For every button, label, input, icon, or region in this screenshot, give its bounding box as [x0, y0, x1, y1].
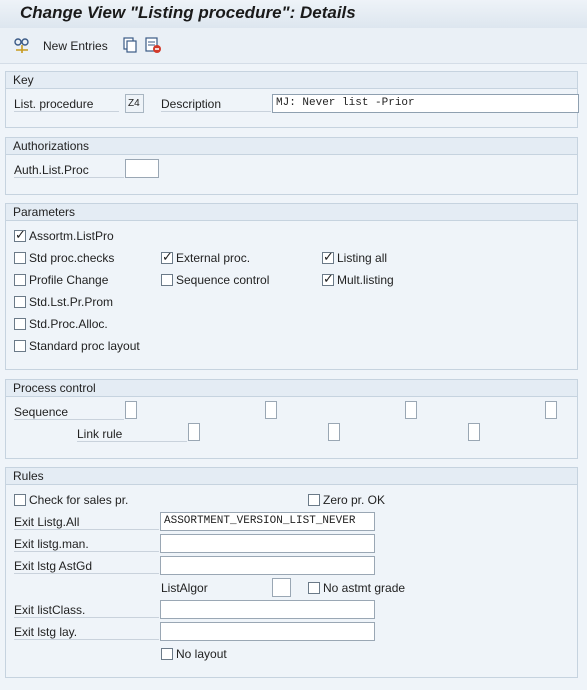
- exit-listg-all-label: Exit Listg.All: [14, 515, 159, 530]
- sequence-label: Sequence: [14, 405, 124, 420]
- exit-lstg-astgd-field[interactable]: [160, 556, 375, 575]
- listalgor-field[interactable]: [272, 578, 291, 597]
- std-proc-alloc-checkbox[interactable]: [14, 318, 26, 330]
- sequence-control-label: Sequence control: [176, 273, 270, 287]
- list-procedure-label: List. procedure: [14, 97, 119, 112]
- listing-all-checkbox[interactable]: ✓: [322, 249, 334, 264]
- exit-listclass-label: Exit listClass.: [14, 603, 159, 618]
- checkmark-icon: ✓: [323, 249, 334, 264]
- exit-lstg-lay-field[interactable]: [160, 622, 375, 641]
- description-label: Description: [161, 97, 271, 112]
- no-astmt-grade-label: No astmt grade: [323, 581, 406, 595]
- zero-pr-ok-label: Zero pr. OK: [323, 493, 386, 507]
- exit-lstg-lay-label: Exit lstg lay.: [14, 625, 159, 640]
- process-control-header: Process control: [6, 380, 577, 397]
- profile-change-label: Profile Change: [29, 273, 109, 287]
- exit-listg-man-field[interactable]: [160, 534, 375, 553]
- check-sales-pr-label: Check for sales pr.: [29, 493, 129, 507]
- link-rule-field-2[interactable]: [328, 423, 340, 441]
- sequence-field-3[interactable]: [405, 401, 417, 419]
- auth-list-proc-field[interactable]: [125, 159, 159, 178]
- delete-icon[interactable]: [144, 36, 162, 54]
- no-astmt-grade-checkbox[interactable]: [308, 582, 320, 594]
- sequence-field-2[interactable]: [265, 401, 277, 419]
- std-proc-alloc-label: Std.Proc.Alloc.: [29, 317, 108, 331]
- mult-listing-label: Mult.listing: [337, 273, 394, 287]
- exit-lstg-astgd-label: Exit lstg AstGd: [14, 559, 159, 574]
- key-header: Key: [6, 72, 577, 89]
- authorizations-group: Authorizations Auth.List.Proc: [5, 137, 578, 195]
- description-field[interactable]: MJ: Never list -Prior: [272, 94, 579, 113]
- rules-header: Rules: [6, 468, 577, 485]
- sequence-field-1[interactable]: [125, 401, 137, 419]
- std-proc-checks-checkbox[interactable]: [14, 252, 26, 264]
- link-rule-label: Link rule: [77, 427, 187, 442]
- profile-change-checkbox[interactable]: [14, 274, 26, 286]
- standard-proc-layout-checkbox[interactable]: [14, 340, 26, 352]
- external-proc-checkbox[interactable]: ✓: [161, 249, 173, 264]
- listing-all-label: Listing all: [337, 251, 388, 265]
- link-rule-field-3[interactable]: [468, 423, 480, 441]
- no-layout-label: No layout: [176, 647, 227, 661]
- title-bar: Change View "Listing procedure": Details: [0, 0, 587, 28]
- list-procedure-field: Z4: [125, 94, 144, 113]
- parameters-header: Parameters: [6, 204, 577, 221]
- link-rule-field-1[interactable]: [188, 423, 200, 441]
- copy-icon[interactable]: [121, 36, 139, 54]
- std-proc-checks-label: Std proc.checks: [29, 251, 115, 265]
- process-control-group: Process control Sequence Link rule: [5, 379, 578, 459]
- assortm-listpro-label: Assortm.ListPro: [29, 229, 114, 243]
- exit-listg-man-label: Exit listg.man.: [14, 537, 159, 552]
- std-lst-pr-prom-label: Std.Lst.Pr.Prom: [29, 295, 114, 309]
- rules-group: Rules Check for sales pr. Zero pr. OK Ex…: [5, 467, 578, 678]
- std-lst-pr-prom-checkbox[interactable]: [14, 296, 26, 308]
- exit-listclass-field[interactable]: [160, 600, 375, 619]
- checkmark-icon: ✓: [162, 249, 173, 264]
- external-proc-label: External proc.: [176, 251, 251, 265]
- parameters-group: Parameters ✓ Assortm.ListPro Std proc.ch…: [5, 203, 578, 370]
- standard-proc-layout-label: Standard proc layout: [29, 339, 140, 353]
- check-sales-pr-checkbox[interactable]: [14, 494, 26, 506]
- sequence-field-4[interactable]: [545, 401, 557, 419]
- key-group: Key List. procedure Z4 Description MJ: N…: [5, 71, 579, 128]
- mult-listing-checkbox[interactable]: ✓: [322, 271, 334, 286]
- listalgor-label: ListAlgor: [161, 581, 208, 595]
- new-entries-icon[interactable]: [13, 36, 31, 54]
- zero-pr-ok-checkbox[interactable]: [308, 494, 320, 506]
- sequence-control-checkbox[interactable]: [161, 274, 173, 286]
- auth-list-proc-label: Auth.List.Proc: [14, 163, 124, 178]
- page-title: Change View "Listing procedure": Details: [20, 3, 356, 22]
- checkmark-icon: ✓: [323, 271, 334, 286]
- no-layout-checkbox[interactable]: [161, 648, 173, 660]
- authorizations-header: Authorizations: [6, 138, 577, 155]
- new-entries-button[interactable]: New Entries: [43, 39, 108, 53]
- exit-listg-all-field[interactable]: ASSORTMENT_VERSION_LIST_NEVER: [160, 512, 375, 531]
- toolbar: New Entries: [0, 28, 587, 64]
- checkmark-icon: ✓: [15, 227, 26, 242]
- assortm-listpro-checkbox[interactable]: ✓: [14, 227, 26, 242]
